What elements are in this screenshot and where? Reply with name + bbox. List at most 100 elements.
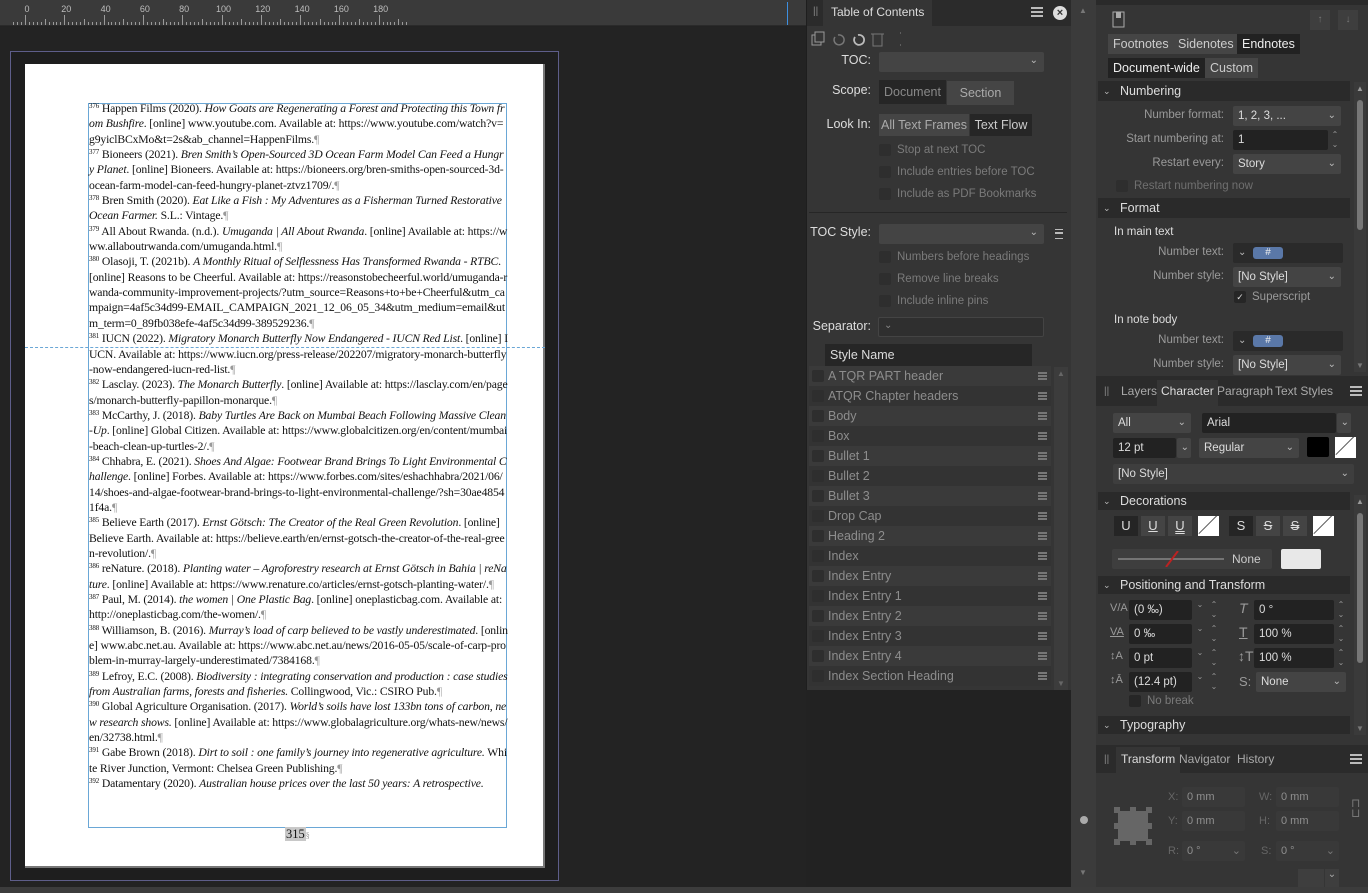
checkbox-box[interactable] [812,590,824,602]
notes-scrollbar[interactable]: ▲ ▼ [1354,82,1366,372]
chevron-down-icon[interactable]: ⌄ [1238,331,1246,351]
tab-character[interactable]: Character [1157,380,1218,406]
strikethrough-color-swatch[interactable] [1313,516,1334,536]
endnote-entry[interactable]: 385 Believe Earth (2017). Ernst Götsch: … [89,515,508,561]
superscript-checkbox[interactable]: ✓ Superscript [1234,291,1310,303]
look-in-all-frames-button[interactable]: All Text Frames [879,114,969,136]
style-options-icon[interactable] [1038,432,1047,440]
tracking-input[interactable]: (0 ‰) [1129,600,1192,620]
endnote-entry[interactable]: 379 All About Rwanda. (n.d.). Umuganda |… [89,224,508,255]
endnote-entry[interactable]: 383 McCarthy, J. (2018). Baby Turtles Ar… [89,408,508,454]
endnote-entry[interactable]: 388 Williamson, B. (2016). Murray’s load… [89,623,508,669]
x-input[interactable]: 0 mm [1182,787,1245,807]
body-number-style-dropdown[interactable]: [No Style] ⌄ [1233,355,1341,375]
scroll-down-icon[interactable]: ▼ [1356,724,1364,733]
separator-input[interactable]: ⌄ [878,317,1044,337]
checkbox-box[interactable] [812,510,824,522]
checkbox-box[interactable] [812,610,824,622]
scroll-down-icon[interactable]: ▼ [1356,361,1364,370]
style-list-row[interactable]: Index [809,546,1051,566]
update-all-toc-icon[interactable] [853,34,865,46]
stepper-icon[interactable]: ⌃ ⌄ [1336,600,1346,620]
style-options-icon[interactable] [1038,412,1047,420]
number-token[interactable]: # [1253,247,1283,259]
scroll-up-icon[interactable]: ▲ [1057,369,1065,378]
numbering-section-header[interactable]: ⌄ Numbering [1098,81,1350,101]
format-section-header[interactable]: ⌄ Format [1098,198,1350,218]
text-cursor-icon[interactable] [900,32,901,46]
underline-double-button[interactable]: U [1168,516,1192,536]
checkbox-box[interactable] [812,550,824,562]
toc-style-dropdown[interactable]: ⌄ [879,224,1044,244]
tab-transform[interactable]: Transform [1116,747,1181,773]
style-options-icon[interactable] [1038,452,1047,460]
stepper-icon[interactable]: ⌃ ⌄ [1209,600,1219,620]
strikethrough-double-button[interactable]: S [1283,516,1307,536]
scroll-up-icon[interactable]: ▲ [1356,497,1364,506]
style-options-icon[interactable] [1038,472,1047,480]
anchor-point-icon[interactable] [1114,807,1152,845]
move-down-icon[interactable]: ↓ [1338,10,1358,30]
include-inline-pins-checkbox[interactable]: Include inline pins [879,295,988,307]
style-options-icon[interactable] [1038,532,1047,540]
panel-menu-icon[interactable] [1350,386,1362,396]
strikethrough-single-button[interactable]: S [1256,516,1280,536]
style-name-column-header[interactable]: Style Name [825,344,1032,366]
style-options-icon[interactable] [1038,392,1047,400]
shear-transform-input[interactable]: 0 ° ⌄ [1276,841,1339,861]
style-options-icon[interactable] [1038,672,1047,680]
document-canvas[interactable]: 376 Happen Films (2020). How Goats are R… [0,27,806,887]
stepper-icon[interactable]: ⌃ ⌄ [1209,648,1219,668]
typographic-position-dropdown[interactable]: None ⌄ [1256,672,1346,692]
highlight-color-swatch[interactable] [1335,437,1356,458]
restart-every-dropdown[interactable]: Story ⌄ [1233,154,1341,174]
character-scrollbar[interactable]: ▲ ▼ [1354,495,1366,735]
restart-numbering-now-checkbox[interactable]: Restart numbering now [1116,180,1253,192]
y-input[interactable]: 0 mm [1182,811,1245,831]
checkbox-box[interactable] [812,670,824,682]
text-frame[interactable]: 376 Happen Films (2020). How Goats are R… [25,102,545,828]
style-list-row[interactable]: Index Entry 4 [809,646,1051,666]
endnote-entry[interactable]: 378 Bren Smith (2020). Eat Like a Fish :… [89,193,508,224]
style-list-row[interactable]: Body [809,406,1051,426]
style-list-row[interactable]: ATQR Chapter headers [809,386,1051,406]
style-options-icon[interactable] [1038,592,1047,600]
endnote-entry[interactable]: 377 Bioneers (2021). Bren Smith’s Open-S… [89,147,508,193]
tab-navigator[interactable]: Navigator [1179,752,1230,766]
include-pdf-bookmarks-checkbox[interactable]: Include as PDF Bookmarks [879,188,1036,200]
panel-scroll-strip[interactable]: ▲ ▼ [1071,0,1096,887]
style-list-row[interactable]: Index Entry 1 [809,586,1051,606]
body-number-text-field[interactable]: ⌄ # [1233,331,1343,351]
underline-color-swatch[interactable] [1198,516,1219,536]
stepper-icon[interactable]: ⌃ ⌄ [1209,624,1219,644]
shear-input[interactable]: 0 ° [1254,600,1334,620]
endnote-entry[interactable]: 384 Chhabra, E. (2021). Shoes And Algae:… [89,454,508,515]
style-list-row[interactable]: Index Entry [809,566,1051,586]
tab-endnotes[interactable]: Endnotes [1237,34,1300,54]
look-in-text-flow-button[interactable]: Text Flow [970,114,1032,136]
stepper-icon[interactable]: ⌃ ⌄ [1330,130,1340,150]
scroll-down-icon[interactable]: ▼ [1057,679,1065,688]
checkbox-box[interactable] [812,490,824,502]
style-list-row[interactable]: Index Entry 3 [809,626,1051,646]
no-break-checkbox[interactable]: No break [1129,695,1194,707]
toc-dropdown[interactable]: ⌄ [879,52,1044,72]
scroll-down-icon[interactable]: ▼ [1079,868,1087,877]
rotation-input[interactable]: 0 ° ⌄ [1182,841,1245,861]
style-list-row[interactable]: Heading 2 [809,526,1051,546]
stepper-icon[interactable]: ⌃ ⌄ [1336,624,1346,644]
endnote-entry[interactable]: 380 Olasoji, T. (2021b). A Monthly Ritua… [89,254,508,331]
stop-at-next-toc-checkbox[interactable]: Stop at next TOC [879,144,985,156]
font-family-input[interactable]: Arial [1202,413,1336,433]
endnote-entry[interactable]: 387 Paul, M. (2014). the women | One Pla… [89,592,508,623]
checkbox-box[interactable] [812,470,824,482]
style-options-icon[interactable] [1038,492,1047,500]
number-token[interactable]: # [1253,335,1283,347]
endnote-entry[interactable]: 381 IUCN (2022). Migratory Monarch Butte… [89,331,508,377]
tab-sidenotes[interactable]: Sidenotes [1173,34,1239,54]
horizontal-scale-input[interactable]: 100 % [1254,624,1334,644]
panel-grip-icon[interactable]: || [813,6,818,17]
positioning-section-header[interactable]: ⌄ Positioning and Transform [1098,576,1350,594]
character-style-dropdown[interactable]: [No Style] ⌄ [1113,464,1354,484]
style-options-icon[interactable] [1038,652,1047,660]
